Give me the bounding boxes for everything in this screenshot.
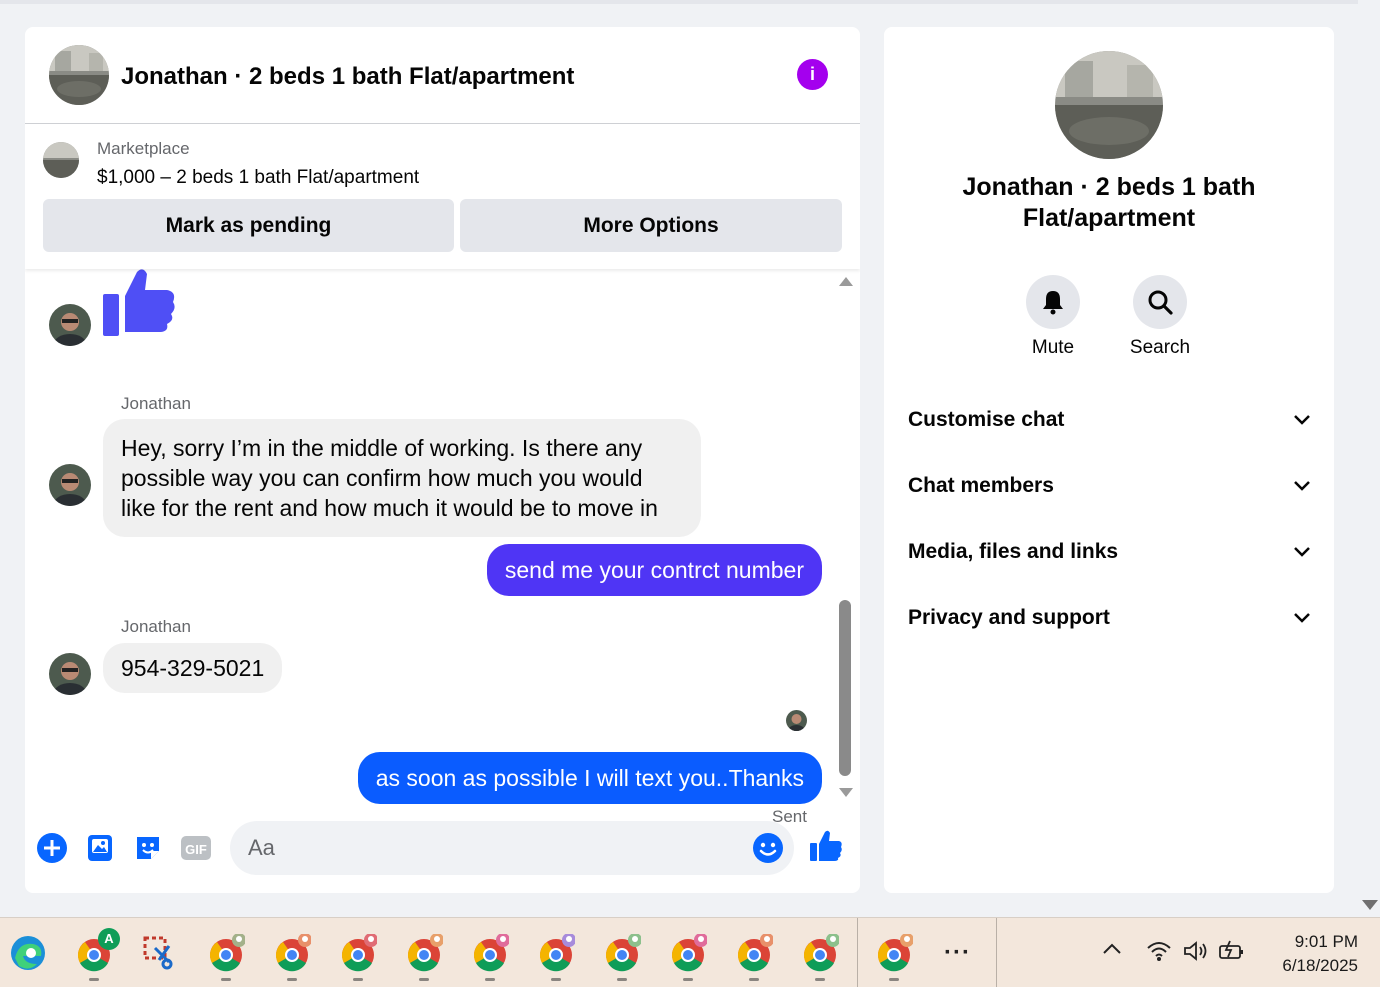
running-indicator [287,978,297,981]
clock-date: 6/18/2025 [1282,956,1358,975]
like-sticker [103,268,177,343]
conversation-avatar-large[interactable] [1055,51,1163,159]
chrome-profile-icon[interactable] [801,933,840,972]
sender-avatar[interactable] [49,304,91,346]
listing-thumbnail[interactable] [43,142,79,178]
gif-label: GIF [185,842,207,857]
scroll-down-arrow-icon[interactable] [839,788,853,797]
more-options-button[interactable]: More Options [460,199,842,252]
photo-gallery-icon[interactable] [83,831,117,865]
menu-label: Chat members [908,474,1054,497]
chevron-down-icon [1294,547,1310,557]
chrome-profile-icon[interactable] [875,933,914,972]
wifi-icon[interactable] [1146,940,1172,967]
privacy-support-row[interactable]: Privacy and support [908,592,1310,644]
chevron-up-icon[interactable] [1102,942,1122,961]
running-indicator [617,978,627,981]
incoming-message[interactable]: 954-329-5021 [103,643,283,693]
running-indicator [683,978,693,981]
listing-price[interactable]: $1,000 – 2 beds 1 bath Flat/apartment [97,167,419,189]
clock-time: 9:01 PM [1294,932,1358,951]
chrome-profile-icon[interactable] [405,933,444,972]
message-list: Jonathan Hey, sorry I’m in the middle of… [25,268,860,826]
chrome-profile-icon[interactable] [537,933,576,972]
mute-label: Mute [1031,337,1075,358]
chat-panel: Jonathan · 2 beds 1 bath Flat/apartment … [25,27,860,893]
sticker-icon[interactable] [131,831,165,865]
chrome-profile-icon[interactable] [207,933,246,972]
chrome-profile-icon[interactable] [471,933,510,972]
incoming-message[interactable]: Hey, sorry I’m in the middle of working.… [103,419,701,537]
search-label: Search [1129,337,1191,358]
conversation-info-panel: Jonathan · 2 beds 1 bath Flat/apartment … [884,27,1334,893]
menu-label: Privacy and support [908,606,1110,629]
conversation-name: Jonathan · 2 beds 1 bath Flat/apartment [962,173,1256,232]
scroll-up-arrow-icon[interactable] [839,277,853,286]
running-indicator [353,978,363,981]
read-receipt-avatar [786,710,807,731]
taskbar-separator [996,918,997,987]
page-scroll-down-arrow-icon[interactable] [1362,900,1378,910]
message-input[interactable] [248,821,738,875]
message-scrollbar[interactable] [835,273,855,803]
menu-label: Customise chat [908,408,1065,431]
running-indicator [89,978,99,981]
scroll-thumb[interactable] [839,600,851,776]
running-indicator [419,978,429,981]
chrome-profile-icon[interactable] [669,933,708,972]
running-indicator [749,978,759,981]
taskbar-separator [857,918,858,987]
chrome-profile-icon[interactable] [339,933,378,972]
windows-taskbar: A ··· 9:01 PM 6/18/2025 [0,917,1380,987]
listing-source: Marketplace [97,139,190,158]
running-indicator [815,978,825,981]
chevron-down-icon [1294,415,1310,425]
window-top-border [0,0,1358,4]
running-indicator [485,978,495,981]
snipping-tool-icon[interactable] [141,934,179,972]
outgoing-message[interactable]: as soon as possible I will text you..Tha… [357,752,822,804]
edge-icon[interactable] [9,934,47,972]
volume-icon[interactable] [1182,940,1210,967]
chat-title[interactable]: Jonathan · 2 beds 1 bath Flat/apartment [121,63,574,91]
listing-banner: Marketplace $1,000 – 2 beds 1 bath Flat/… [25,124,860,269]
chevron-down-icon [1294,613,1310,623]
emoji-icon[interactable] [752,832,784,864]
conversation-avatar[interactable] [49,45,109,105]
gif-icon[interactable]: GIF [179,831,213,865]
sender-name: Jonathan [121,394,191,413]
plus-circle-icon[interactable] [35,831,69,865]
sender-avatar[interactable] [49,464,91,506]
message-composer: GIF [25,817,860,893]
running-indicator [889,978,899,981]
search-button[interactable]: Search [1115,275,1205,359]
customise-chat-row[interactable]: Customise chat [908,394,1310,446]
chevron-down-icon [1294,481,1310,491]
sender-avatar[interactable] [49,653,91,695]
like-icon[interactable] [809,829,843,863]
chat-header: Jonathan · 2 beds 1 bath Flat/apartment … [25,27,860,124]
chat-members-row[interactable]: Chat members [908,460,1310,512]
sender-name: Jonathan [121,617,191,636]
bell-icon[interactable] [1026,275,1080,329]
search-icon[interactable] [1133,275,1187,329]
mark-as-pending-button[interactable]: Mark as pending [43,199,454,252]
battery-charging-icon[interactable] [1218,940,1246,967]
chrome-profile-icon[interactable] [735,933,774,972]
chrome-profile-icon[interactable] [603,933,642,972]
running-indicator [221,978,231,981]
outgoing-message[interactable]: send me your contrct number [486,544,822,596]
menu-label: Media, files and links [908,540,1119,563]
system-clock[interactable]: 9:01 PM 6/18/2025 [1258,930,1358,978]
mute-button[interactable]: Mute [1008,275,1098,359]
info-icon[interactable]: i [797,59,828,90]
profile-badge: A [98,928,120,950]
running-indicator [551,978,561,981]
chrome-profile-icon[interactable] [273,933,312,972]
message-input-box[interactable] [230,821,794,875]
media-files-links-row[interactable]: Media, files and links [908,526,1310,578]
more-apps-icon[interactable]: ··· [944,939,971,967]
